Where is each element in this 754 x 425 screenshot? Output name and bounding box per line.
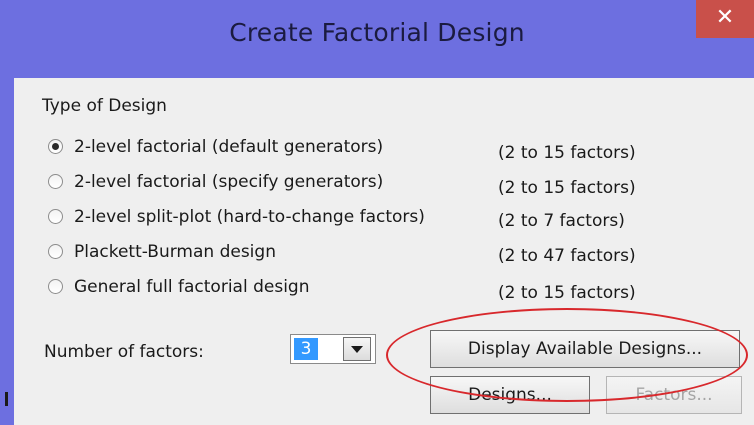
radio-button[interactable]: [48, 244, 63, 259]
margin-mark: [5, 392, 8, 406]
radio-button[interactable]: [48, 139, 63, 154]
close-icon: ✕: [715, 5, 735, 30]
designs-button[interactable]: Designs...: [430, 376, 590, 414]
radio-button[interactable]: [48, 174, 63, 189]
number-of-factors-label: Number of factors:: [44, 342, 204, 362]
number-of-factors-dropdown[interactable]: 3: [290, 334, 376, 364]
option-label: Plackett-Burman design: [74, 242, 276, 262]
type-of-design-label: Type of Design: [42, 96, 167, 116]
radio-button[interactable]: [48, 279, 63, 294]
window-frame-left: [0, 0, 14, 425]
factor-range: (2 to 15 factors): [498, 283, 636, 303]
factor-range: (2 to 7 factors): [498, 211, 625, 231]
display-available-designs-button[interactable]: Display Available Designs...: [430, 330, 740, 368]
close-button[interactable]: ✕: [696, 0, 754, 38]
option-label: 2-level factorial (default generators): [74, 137, 384, 157]
factor-range: (2 to 47 factors): [498, 246, 636, 266]
radio-button[interactable]: [48, 209, 63, 224]
option-label: 2-level split-plot (hard-to-change facto…: [74, 207, 425, 227]
factor-range: (2 to 15 factors): [498, 143, 636, 163]
option-label: General full factorial design: [74, 277, 310, 297]
chevron-down-icon: [351, 346, 363, 353]
dropdown-button[interactable]: [343, 337, 371, 361]
factors-button: Factors...: [606, 376, 742, 414]
window-title: Create Factorial Design: [229, 18, 525, 47]
title-bar[interactable]: Create Factorial Design ✕: [0, 0, 754, 78]
option-label: 2-level factorial (specify generators): [74, 172, 384, 192]
number-of-factors-value: 3: [294, 338, 318, 360]
factor-range: (2 to 15 factors): [498, 178, 636, 198]
